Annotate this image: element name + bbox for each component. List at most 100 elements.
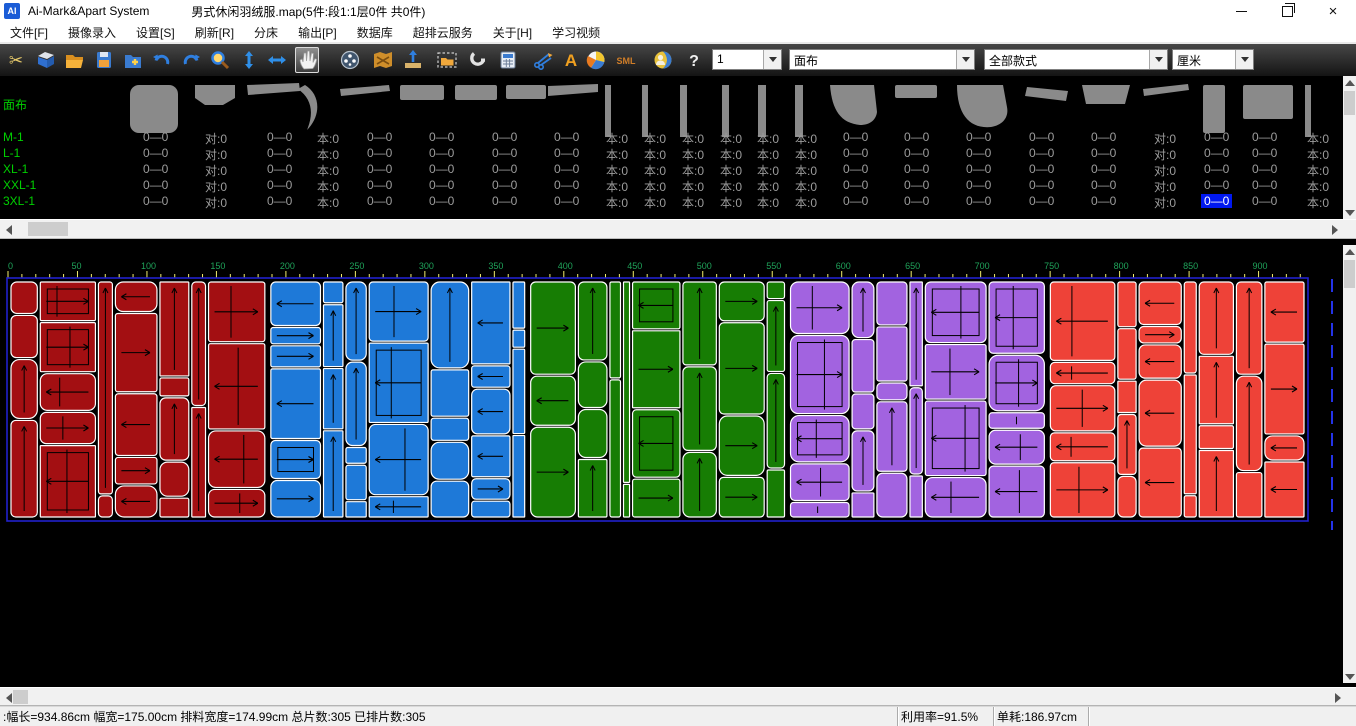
panel-vertical-scrollbar[interactable]: [1343, 76, 1356, 219]
count-cell[interactable]: 本:0: [757, 146, 779, 163]
text-icon[interactable]: A: [559, 47, 583, 73]
cloud-user-icon[interactable]: [651, 47, 675, 73]
count-cell[interactable]: 对:0: [205, 146, 227, 163]
minimize-button[interactable]: [1218, 0, 1264, 22]
count-cell[interactable]: 0—0: [492, 194, 517, 208]
count-cell[interactable]: 本:0: [317, 162, 339, 179]
cut-icon[interactable]: [531, 47, 555, 73]
count-cell[interactable]: 0—0: [1252, 146, 1277, 160]
count-cell[interactable]: 0—0: [1091, 162, 1116, 176]
restore-button[interactable]: [1264, 0, 1310, 22]
count-cell[interactable]: 本:0: [1307, 178, 1329, 195]
scroll-right-icon[interactable]: [1327, 222, 1342, 237]
panel-horizontal-scrollbar[interactable]: [0, 219, 1356, 239]
menu-item[interactable]: 关于[H]: [483, 22, 542, 43]
count-cell[interactable]: 0—0: [1204, 178, 1229, 192]
scroll-right-icon[interactable]: [1330, 690, 1345, 705]
count-cell[interactable]: 本:0: [720, 130, 742, 147]
menu-item[interactable]: 设置[S]: [126, 22, 185, 43]
size-row-label[interactable]: L-1: [3, 146, 20, 160]
count-cell[interactable]: 本:0: [644, 178, 666, 195]
menu-item[interactable]: 刷新[R]: [185, 22, 244, 43]
count-cell[interactable]: 0—0: [904, 178, 929, 192]
count-cell[interactable]: 0—0: [267, 194, 292, 208]
zoom-icon[interactable]: [208, 47, 232, 73]
count-cell[interactable]: 对:0: [205, 162, 227, 179]
count-cell[interactable]: 本:0: [1307, 146, 1329, 163]
count-cell[interactable]: 0—0: [367, 194, 392, 208]
chevron-down-icon[interactable]: [763, 50, 781, 69]
count-cell[interactable]: 0—0: [492, 178, 517, 192]
count-cell[interactable]: 本:0: [757, 194, 779, 211]
count-cell[interactable]: 0—0: [367, 178, 392, 192]
bed-select[interactable]: 1: [712, 49, 782, 70]
count-cell[interactable]: 本:0: [606, 194, 628, 211]
count-cell[interactable]: 0—0: [143, 146, 168, 160]
chevron-down-icon[interactable]: [1235, 50, 1253, 69]
help-icon[interactable]: ?: [682, 47, 706, 73]
count-cell[interactable]: 0—0: [966, 194, 991, 208]
count-cell[interactable]: 本:0: [606, 178, 628, 195]
count-cell[interactable]: 对:0: [205, 194, 227, 211]
count-cell[interactable]: 本:0: [317, 130, 339, 147]
fabric-select[interactable]: 面布: [789, 49, 975, 70]
count-cell[interactable]: 0—0: [966, 178, 991, 192]
count-cell[interactable]: 本:0: [644, 162, 666, 179]
scroll-up-icon[interactable]: [1343, 245, 1356, 258]
marker-map-icon[interactable]: [371, 47, 395, 73]
count-cell[interactable]: 本:0: [606, 162, 628, 179]
count-cell[interactable]: 0—0: [1029, 178, 1054, 192]
count-cell[interactable]: 本:0: [1307, 194, 1329, 211]
count-cell[interactable]: 0—0: [429, 162, 454, 176]
count-cell[interactable]: 0—0: [492, 162, 517, 176]
count-cell[interactable]: 本:0: [682, 162, 704, 179]
count-cell[interactable]: 0—0: [1029, 162, 1054, 176]
color-wheel-icon[interactable]: [584, 47, 608, 73]
count-cell[interactable]: 本:0: [720, 146, 742, 163]
count-cell[interactable]: 本:0: [720, 178, 742, 195]
count-cell[interactable]: 本:0: [682, 130, 704, 147]
count-cell[interactable]: 0—0: [367, 162, 392, 176]
count-cell[interactable]: 0—0: [554, 178, 579, 192]
count-cell[interactable]: 0—0: [554, 194, 579, 208]
count-cell[interactable]: 0—0: [904, 194, 929, 208]
count-cell[interactable]: 0—0: [843, 146, 868, 160]
count-cell[interactable]: 本:0: [317, 178, 339, 195]
count-cell[interactable]: 0—0: [1252, 130, 1277, 144]
count-cell[interactable]: 0—0: [143, 194, 168, 208]
menu-item[interactable]: 超排云服务: [403, 22, 483, 43]
count-cell[interactable]: 0—0: [267, 146, 292, 160]
count-cell[interactable]: 对:0: [1154, 194, 1176, 211]
count-cell[interactable]: 本:0: [317, 146, 339, 163]
hand-tool-icon[interactable]: [295, 47, 319, 73]
chevron-down-icon[interactable]: [956, 50, 974, 69]
count-cell[interactable]: 0—0: [904, 130, 929, 144]
count-cell[interactable]: 0—0: [429, 178, 454, 192]
vertical-fit-icon[interactable]: [237, 47, 261, 73]
count-cell[interactable]: 0—0: [1252, 178, 1277, 192]
panel-hscroll-thumb[interactable]: [28, 222, 68, 236]
count-cell[interactable]: 本:0: [795, 146, 817, 163]
canvas-horizontal-scrollbar[interactable]: [0, 687, 1356, 705]
select-folder-icon[interactable]: [435, 47, 459, 73]
count-cell[interactable]: 对:0: [1154, 146, 1176, 163]
scroll-left-icon[interactable]: [1, 222, 16, 237]
unit-select[interactable]: 厘米: [1172, 49, 1254, 70]
new-folder-icon[interactable]: [121, 47, 145, 73]
count-cell[interactable]: 0—0: [429, 194, 454, 208]
count-cell[interactable]: 0—0: [554, 130, 579, 144]
count-cell[interactable]: 0—0: [843, 130, 868, 144]
count-cell[interactable]: 0—0: [1029, 194, 1054, 208]
style-select[interactable]: 全部款式: [984, 49, 1168, 70]
count-cell[interactable]: 0—0: [429, 146, 454, 160]
scissors-icon[interactable]: ✂: [4, 47, 28, 73]
count-cell[interactable]: 0—0: [966, 146, 991, 160]
horizontal-fit-icon[interactable]: [265, 47, 289, 73]
count-cell[interactable]: 0—0: [843, 178, 868, 192]
menu-item[interactable]: 输出[P]: [288, 22, 347, 43]
count-cell[interactable]: 0—0: [966, 162, 991, 176]
count-cell[interactable]: 0—0: [966, 130, 991, 144]
count-cell[interactable]: 本:0: [757, 130, 779, 147]
panel-scroll-thumb[interactable]: [1344, 91, 1355, 115]
sml-sizes-icon[interactable]: SML: [614, 47, 638, 73]
